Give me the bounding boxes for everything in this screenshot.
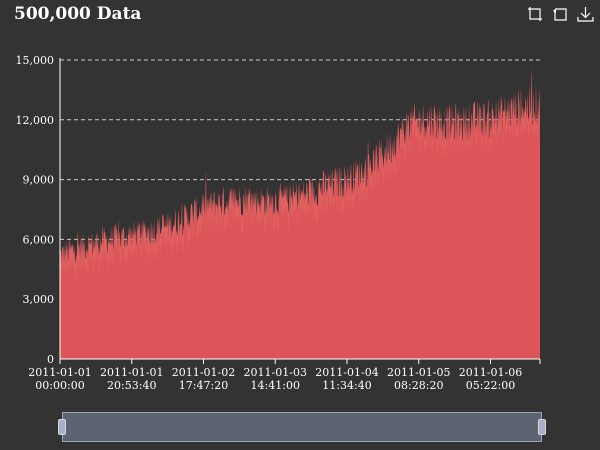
- chart-root: 500,000 Data 0 3,000 6,000 9,000 12,000 15,00…: [0, 0, 600, 450]
- chart-plot: 03,0006,0009,00012,00015,0002011-01-0100…: [16, 54, 541, 392]
- x-tick-label-time: 11:34:40: [322, 379, 371, 392]
- x-tick-label-date: 2011-01-02: [172, 366, 235, 379]
- datazoom-slider[interactable]: [62, 412, 542, 442]
- x-tick-label-date: 2011-01-05: [387, 366, 450, 379]
- x-tick-label-time: 05:22:00: [466, 379, 515, 392]
- x-tick-label-time: 00:00:00: [35, 379, 84, 392]
- x-tick-label-date: 2011-01-01: [28, 366, 91, 379]
- x-tick-label-time: 08:28:20: [394, 379, 443, 392]
- x-tick-label-date: 2011-01-04: [315, 366, 378, 379]
- y-tick-label: 12,000: [16, 114, 55, 127]
- y-tick-label: 15,000: [16, 54, 55, 67]
- y-tick-label: 0: [47, 353, 54, 366]
- x-tick-label-date: 2011-01-01: [100, 366, 163, 379]
- datazoom-right-handle[interactable]: [538, 419, 546, 435]
- x-tick-label-time: 17:47:20: [179, 379, 228, 392]
- y-tick-label: 3,000: [23, 293, 55, 306]
- y-tick-label: 6,000: [23, 233, 55, 246]
- y-tick-label: 9,000: [23, 174, 55, 187]
- datazoom-left-handle[interactable]: [58, 419, 66, 435]
- x-tick-label-date: 2011-01-03: [244, 366, 307, 379]
- x-tick-label-time: 20:53:40: [107, 379, 156, 392]
- x-tick-label-time: 14:41:00: [251, 379, 300, 392]
- x-tick-label-date: 2011-01-06: [459, 366, 522, 379]
